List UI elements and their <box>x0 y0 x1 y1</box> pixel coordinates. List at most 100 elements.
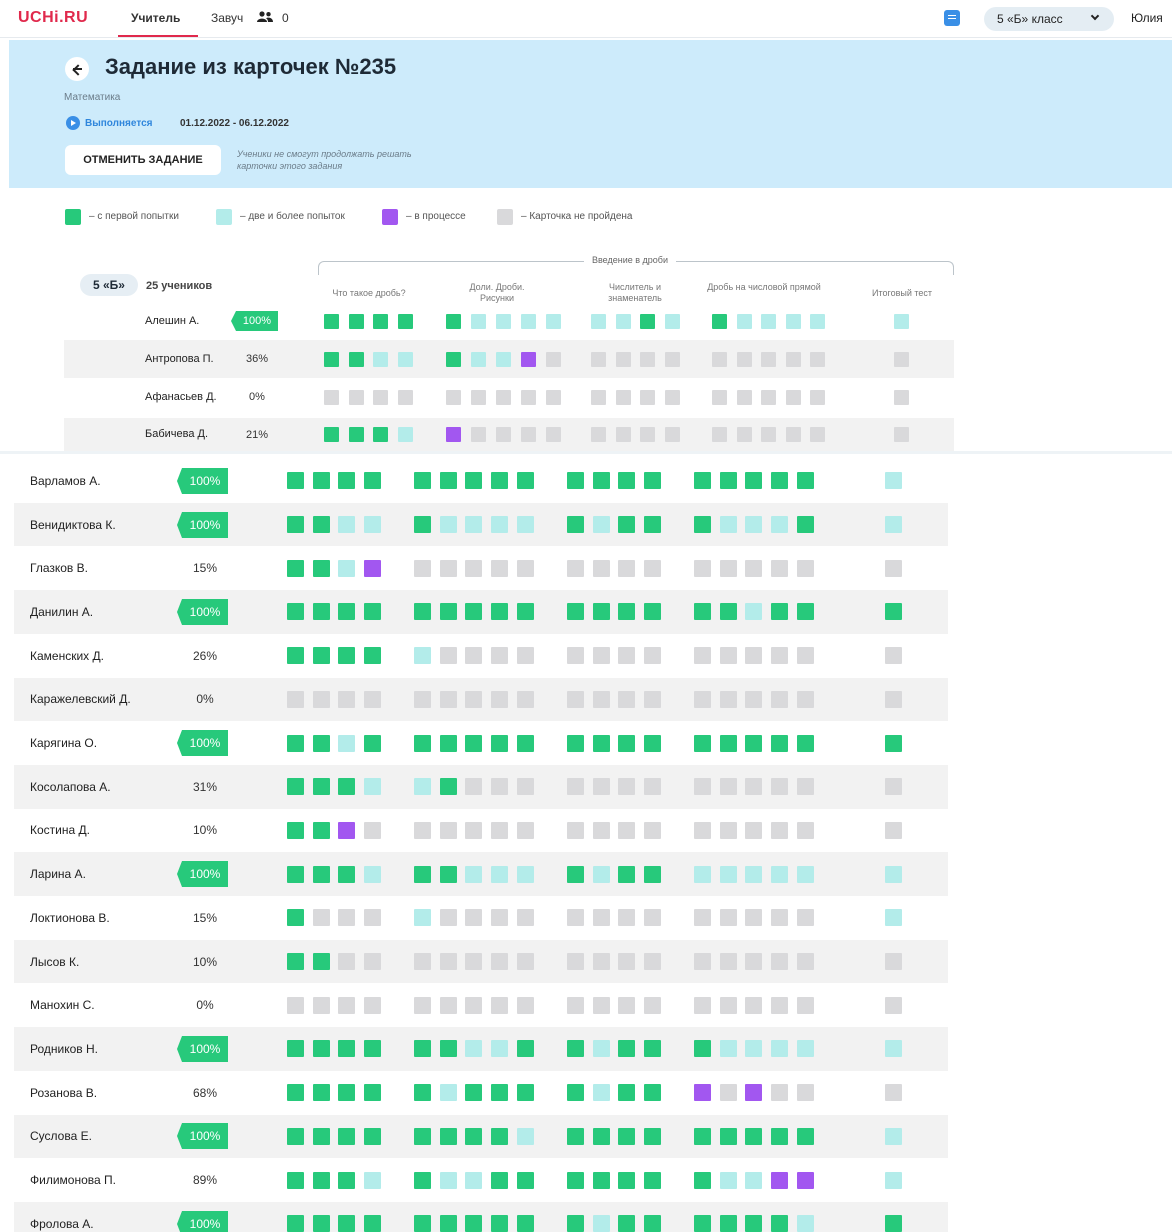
card-status-cell[interactable] <box>516 996 534 1014</box>
card-status-cell[interactable] <box>567 472 584 490</box>
card-status-cell[interactable] <box>618 734 636 752</box>
card-status-cell[interactable] <box>618 559 636 577</box>
card-status-cell[interactable] <box>694 690 711 708</box>
student-name[interactable]: Ларина А. <box>30 867 86 881</box>
card-status-cell[interactable] <box>771 1040 789 1058</box>
card-status-cell[interactable] <box>348 313 364 329</box>
card-status-cell[interactable] <box>567 516 584 534</box>
table-row[interactable]: Розанова В. 68% <box>14 1071 948 1115</box>
card-status-cell[interactable] <box>338 1215 356 1232</box>
card-status-cell[interactable] <box>615 389 631 405</box>
card-status-cell[interactable] <box>491 1215 509 1232</box>
card-status-cell[interactable] <box>745 603 763 621</box>
card-status-cell[interactable] <box>712 427 727 442</box>
card-status-cell[interactable] <box>761 427 776 442</box>
card-status-cell[interactable] <box>471 351 486 367</box>
card-status-cell[interactable] <box>397 389 413 405</box>
student-name[interactable]: Каменских Д. <box>30 649 104 663</box>
card-status-cell[interactable] <box>719 1084 737 1102</box>
card-status-cell[interactable] <box>796 996 814 1014</box>
card-status-cell[interactable] <box>694 778 711 796</box>
card-status-cell[interactable] <box>745 734 763 752</box>
card-status-cell[interactable] <box>885 865 902 883</box>
card-status-cell[interactable] <box>719 778 737 796</box>
table-row[interactable]: Локтионова В. 15% <box>14 896 948 940</box>
card-status-cell[interactable] <box>745 516 763 534</box>
card-status-cell[interactable] <box>618 953 636 971</box>
card-status-cell[interactable] <box>491 1127 509 1145</box>
student-name[interactable]: Афанасьев Д. <box>145 391 217 403</box>
card-status-cell[interactable] <box>465 996 483 1014</box>
card-status-cell[interactable] <box>338 821 356 839</box>
card-status-cell[interactable] <box>618 1040 636 1058</box>
card-status-cell[interactable] <box>439 603 457 621</box>
table-row[interactable]: Бабичева Д. 21% <box>64 418 954 451</box>
card-status-cell[interactable] <box>885 821 902 839</box>
card-status-cell[interactable] <box>592 1040 610 1058</box>
card-status-cell[interactable] <box>364 953 382 971</box>
card-status-cell[interactable] <box>745 821 763 839</box>
card-status-cell[interactable] <box>338 516 356 534</box>
card-status-cell[interactable] <box>796 516 814 534</box>
card-status-cell[interactable] <box>771 996 789 1014</box>
card-status-cell[interactable] <box>465 778 483 796</box>
table-row[interactable]: Афанасьев Д. 0% <box>64 378 954 416</box>
card-status-cell[interactable] <box>885 1171 902 1189</box>
card-status-cell[interactable] <box>771 559 789 577</box>
card-status-cell[interactable] <box>694 1215 711 1232</box>
card-status-cell[interactable] <box>771 516 789 534</box>
card-status-cell[interactable] <box>745 778 763 796</box>
card-status-cell[interactable] <box>592 865 610 883</box>
card-status-cell[interactable] <box>640 427 655 442</box>
card-status-cell[interactable] <box>521 389 536 405</box>
card-status-cell[interactable] <box>364 647 382 665</box>
card-status-cell[interactable] <box>640 313 655 329</box>
card-status-cell[interactable] <box>414 953 431 971</box>
column-header-number-line[interactable]: Дробь на числовой прямой <box>706 282 822 293</box>
card-status-cell[interactable] <box>364 690 382 708</box>
card-status-cell[interactable] <box>338 603 356 621</box>
card-status-cell[interactable] <box>414 690 431 708</box>
card-status-cell[interactable] <box>338 690 356 708</box>
card-status-cell[interactable] <box>491 778 509 796</box>
card-status-cell[interactable] <box>496 313 511 329</box>
card-status-cell[interactable] <box>719 996 737 1014</box>
card-status-cell[interactable] <box>719 472 737 490</box>
card-status-cell[interactable] <box>491 1171 509 1189</box>
card-status-cell[interactable] <box>592 516 610 534</box>
card-status-cell[interactable] <box>287 734 304 752</box>
card-status-cell[interactable] <box>664 427 680 442</box>
card-status-cell[interactable] <box>640 389 655 405</box>
card-status-cell[interactable] <box>312 1040 330 1058</box>
card-status-cell[interactable] <box>567 778 584 796</box>
card-status-cell[interactable] <box>364 909 382 927</box>
card-status-cell[interactable] <box>771 953 789 971</box>
student-name[interactable]: Карягина О. <box>30 736 97 750</box>
student-name[interactable]: Филимонова П. <box>30 1173 116 1187</box>
card-status-cell[interactable] <box>465 734 483 752</box>
student-name[interactable]: Данилин А. <box>30 605 93 619</box>
card-status-cell[interactable] <box>885 647 902 665</box>
card-status-cell[interactable] <box>644 559 662 577</box>
card-status-cell[interactable] <box>312 603 330 621</box>
card-status-cell[interactable] <box>885 778 902 796</box>
user-name[interactable]: Юлия <box>1131 11 1163 25</box>
card-status-cell[interactable] <box>810 313 825 329</box>
card-status-cell[interactable] <box>516 516 534 534</box>
card-status-cell[interactable] <box>885 1127 902 1145</box>
card-status-cell[interactable] <box>771 690 789 708</box>
card-status-cell[interactable] <box>885 603 902 621</box>
card-status-cell[interactable] <box>810 351 825 367</box>
card-status-cell[interactable] <box>567 690 584 708</box>
card-status-cell[interactable] <box>745 909 763 927</box>
card-status-cell[interactable] <box>694 647 711 665</box>
card-status-cell[interactable] <box>618 516 636 534</box>
card-status-cell[interactable] <box>719 603 737 621</box>
card-status-cell[interactable] <box>516 1171 534 1189</box>
card-status-cell[interactable] <box>546 427 561 442</box>
student-name[interactable]: Варламов А. <box>30 474 101 488</box>
card-status-cell[interactable] <box>546 351 561 367</box>
card-status-cell[interactable] <box>516 909 534 927</box>
card-status-cell[interactable] <box>465 953 483 971</box>
card-status-cell[interactable] <box>736 389 752 405</box>
